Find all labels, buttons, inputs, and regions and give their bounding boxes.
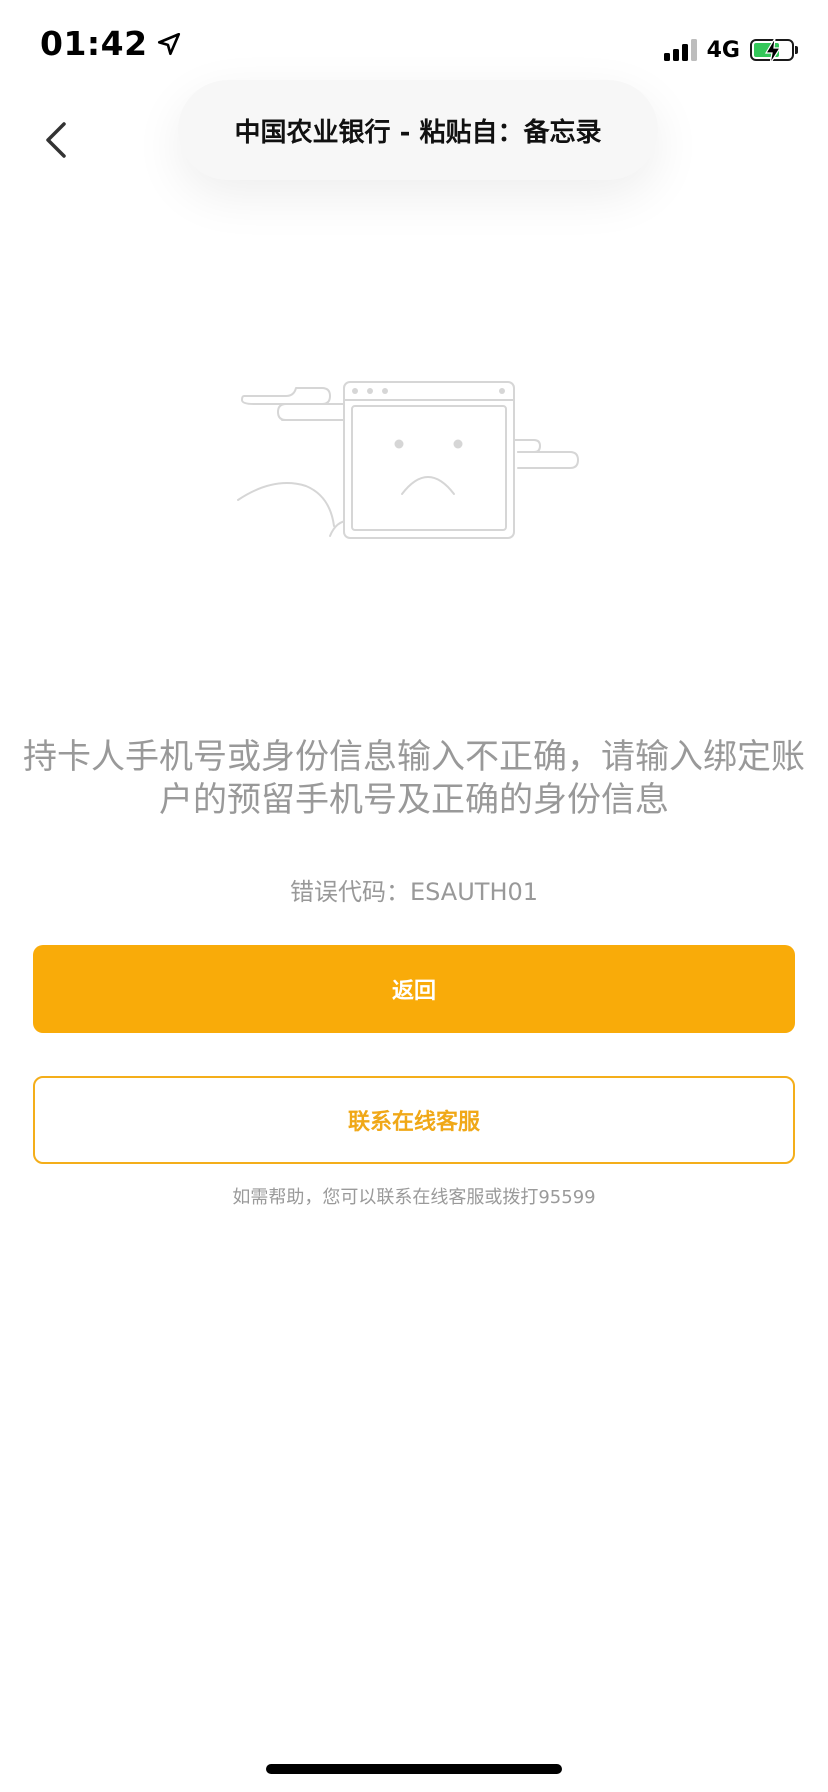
back-button[interactable]: [36, 118, 72, 162]
status-time-text: 01:42: [40, 24, 148, 63]
page-title: 中国农业银行 - 粘贴自：备忘录: [234, 117, 602, 148]
help-text: 如需帮助，您可以联系在线客服或拨打95599: [232, 1187, 596, 1208]
return-button[interactable]: 返回: [33, 945, 795, 1033]
error-code-value: ESAUTH01: [409, 878, 539, 906]
location-arrow-icon: [157, 32, 180, 55]
title-bar: 中国农业银行 - 粘贴自：备忘录: [178, 80, 658, 180]
error-code-label: 错误代码：: [289, 878, 410, 906]
network-type-label: 4G: [706, 37, 740, 63]
error-message: 持卡人手机号或身份信息输入不正确，请输入绑定账户的预留手机号及正确的身份信息: [23, 737, 805, 820]
cellular-signal-icon: [663, 39, 697, 61]
sad-browser-illustration: [237, 381, 579, 539]
contact-support-button-label: 联系在线客服: [347, 1110, 480, 1135]
chevron-left-icon: [46, 122, 66, 158]
home-indicator[interactable]: [266, 1764, 562, 1774]
status-time: 01:42: [40, 24, 182, 63]
battery-charging-icon: [750, 37, 798, 65]
return-button-label: 返回: [391, 979, 436, 1004]
contact-support-button[interactable]: 联系在线客服: [33, 1076, 795, 1164]
error-code: 错误代码：ESAUTH01: [0, 872, 828, 907]
status-indicators: 4G: [663, 36, 798, 65]
